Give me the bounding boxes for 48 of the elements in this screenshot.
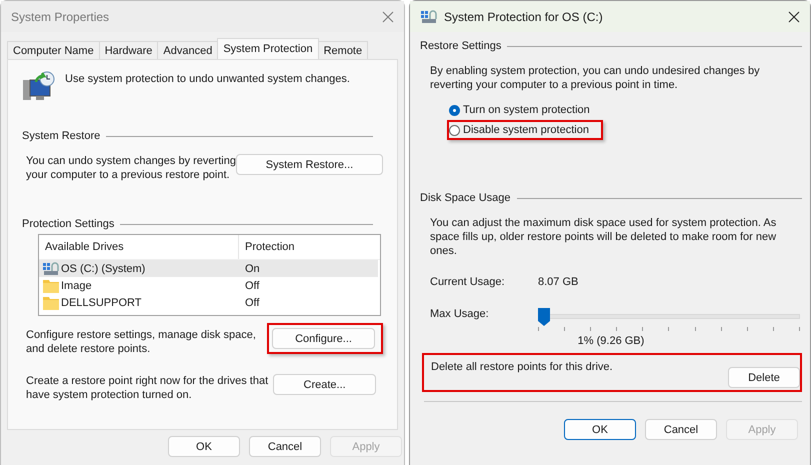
drive-row[interactable]: OS (C:) (System) On [39, 260, 378, 277]
protection-status: On [244, 262, 260, 274]
tab[interactable]: System Protection [217, 38, 319, 59]
ok-button[interactable]: OK [564, 419, 636, 440]
slider-reading: 1% (9.26 GB) [576, 335, 646, 347]
protection-status: Off [244, 280, 260, 292]
field-label: Max Usage: [430, 308, 490, 320]
configure-button[interactable]: Configure... [272, 328, 375, 349]
slider-thumb[interactable] [538, 308, 550, 326]
window-title: System Properties [11, 10, 110, 24]
tab[interactable]: Computer Name [7, 41, 100, 59]
group-heading: Restore Settings [420, 40, 502, 52]
protection-status: Off [244, 296, 260, 308]
description-text: You can adjust the maximum disk space used for system protection. As space fills up, older restore points will be deleted to make room for new ones. [430, 216, 778, 258]
column-header[interactable]: Protection [239, 241, 295, 253]
radio-option[interactable]: Disable system protection [449, 124, 593, 136]
description-text: Create a restore point right now for the drives that have system protection turned on. [26, 374, 268, 402]
drive-name: Image [61, 280, 92, 292]
delete-button[interactable]: Delete [728, 367, 800, 388]
description-text: Use system protection to undo unwanted system changes. [65, 73, 350, 85]
max-usage-slider[interactable] [538, 308, 800, 331]
drive-name: OS (C:) (System) [61, 262, 146, 274]
drive-row[interactable]: DELLSUPPORT Off [39, 294, 378, 311]
description-text: You can undo system changes by reverting your computer to a previous restore point. [26, 154, 236, 182]
cancel-button[interactable]: Cancel [249, 436, 321, 457]
radio-option[interactable]: Turn on system protection [449, 104, 594, 116]
close-icon[interactable] [788, 10, 800, 22]
folder-icon [43, 296, 59, 310]
description-text: Delete all restore points for this drive. [431, 361, 613, 373]
group-heading: Protection Settings [22, 218, 114, 230]
drive-icon [420, 10, 438, 24]
column-header[interactable]: Available Drives [39, 235, 239, 259]
ok-button[interactable]: OK [168, 436, 240, 457]
drive-row[interactable]: Image Off [39, 277, 378, 294]
group-heading: Disk Space Usage [420, 192, 510, 204]
description-text: By enabling system protection, you can undo undesired changes by reverting your computer to a previous point in time. [430, 64, 761, 92]
folder-icon [43, 278, 59, 292]
group-heading: System Restore [22, 130, 100, 142]
create-button[interactable]: Create... [273, 374, 376, 395]
window-title: System Protection for OS (C:) [444, 10, 604, 24]
field-label: Current Usage: [430, 276, 506, 288]
drive-icon [43, 262, 59, 276]
system-restore-button[interactable]: System Restore... [236, 154, 383, 175]
drive-name: DELLSUPPORT [61, 296, 142, 308]
usage-value: 8.07 GB [538, 276, 578, 288]
tab[interactable]: Remote [318, 41, 368, 59]
description-text: Configure restore settings, manage disk space, and delete restore points. [26, 328, 256, 356]
cancel-button[interactable]: Cancel [645, 419, 717, 440]
